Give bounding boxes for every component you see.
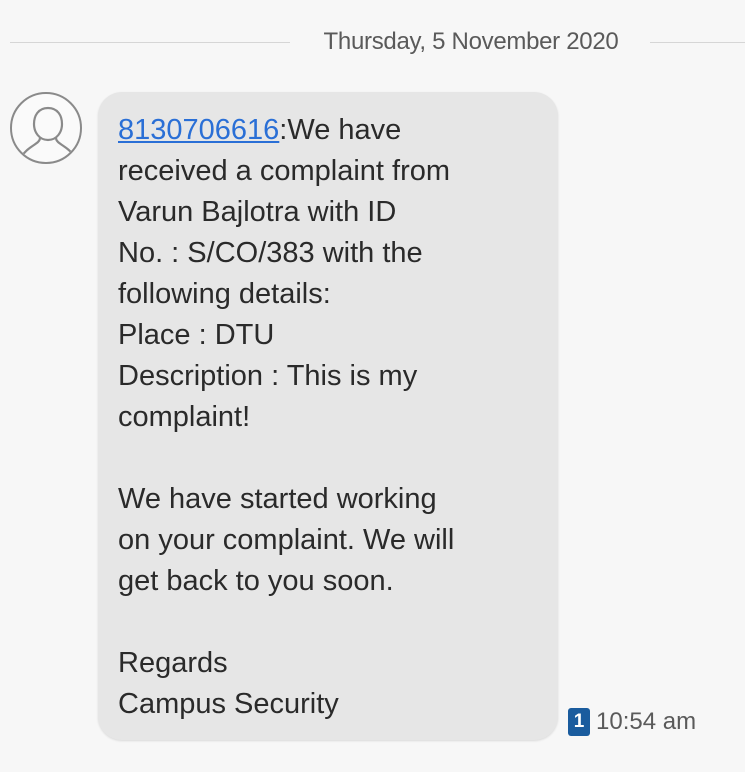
divider-line-left bbox=[10, 42, 290, 43]
messages-screen: Thursday, 5 November 2020 8130706616:We … bbox=[0, 0, 745, 772]
date-label: Thursday, 5 November 2020 bbox=[323, 28, 619, 55]
person-outline-icon bbox=[21, 106, 75, 157]
date-divider: Thursday, 5 November 2020 bbox=[0, 22, 745, 62]
sender-number-link[interactable]: 8130706616 bbox=[118, 114, 279, 146]
divider-line-right bbox=[650, 42, 745, 43]
message-text: 8130706616:We have received a complaint … bbox=[118, 110, 542, 725]
contact-avatar[interactable] bbox=[10, 92, 82, 164]
message-body: :We have received a complaint from Varun… bbox=[118, 114, 455, 720]
message-meta: 1 10:54 am bbox=[568, 705, 696, 739]
message-timestamp: 10:54 am bbox=[596, 708, 697, 735]
message-bubble[interactable]: 8130706616:We have received a complaint … bbox=[98, 92, 558, 740]
sim-slot-badge: 1 bbox=[568, 708, 590, 736]
